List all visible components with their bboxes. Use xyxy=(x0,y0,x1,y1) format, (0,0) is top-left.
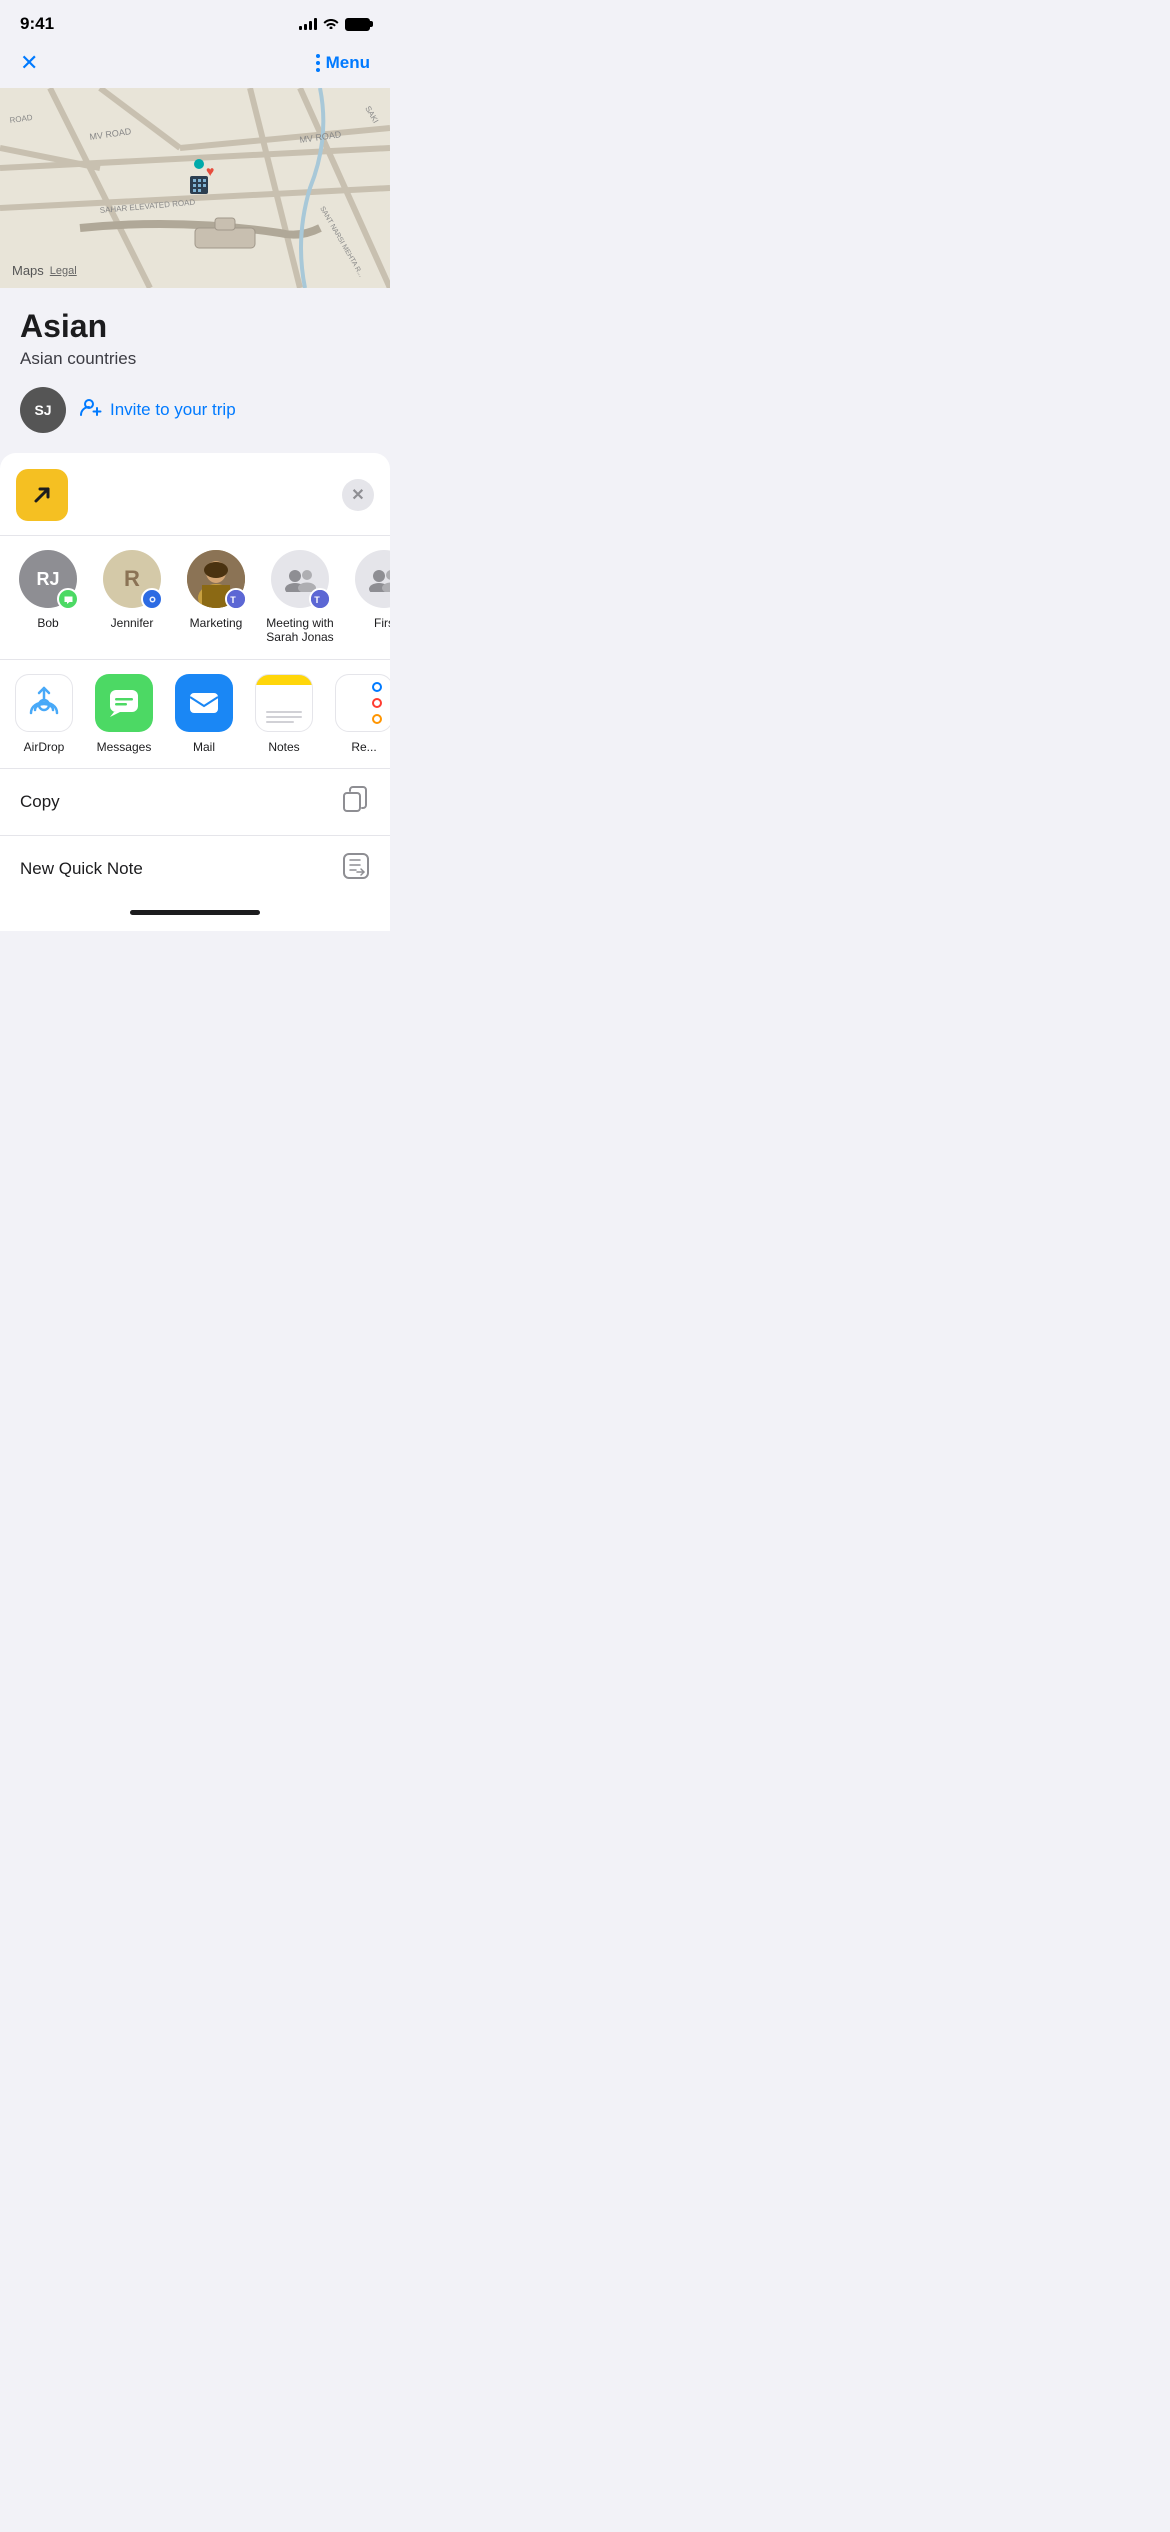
person-meeting-sarah[interactable]: T Meeting withSarah Jonas xyxy=(264,550,336,645)
reminders-app-icon xyxy=(335,674,390,732)
avatar-sj: SJ xyxy=(20,387,66,433)
legal-link[interactable]: Legal xyxy=(50,265,77,277)
app-mail[interactable]: Mail xyxy=(172,674,236,754)
home-bar xyxy=(130,910,260,915)
app-airdrop[interactable]: AirDrop xyxy=(12,674,76,754)
close-button[interactable]: ✕ xyxy=(20,50,38,76)
invite-button[interactable]: Invite to your trip xyxy=(80,398,236,422)
svg-text:T: T xyxy=(314,595,320,605)
apple-logo: Maps xyxy=(12,263,44,278)
airdrop-app-label: AirDrop xyxy=(24,740,65,754)
location-title: Asian xyxy=(20,308,370,345)
copy-icon xyxy=(342,785,370,819)
mail-app-label: Mail xyxy=(193,740,215,754)
map-watermark: Maps Legal xyxy=(12,263,77,278)
top-nav: ✕ Menu xyxy=(0,42,390,88)
more-icon xyxy=(316,54,320,72)
person-name-marketing: Marketing xyxy=(190,616,243,630)
share-app-icon xyxy=(16,469,68,521)
quick-note-icon xyxy=(342,852,370,886)
app-messages[interactable]: Messages xyxy=(92,674,156,754)
person-avatar-first: T xyxy=(355,550,390,608)
svg-text:T: T xyxy=(230,595,236,605)
invite-label: Invite to your trip xyxy=(110,400,236,420)
wifi-icon xyxy=(323,17,339,32)
close-icon: ✕ xyxy=(351,485,364,505)
menu-button[interactable]: Menu xyxy=(316,53,370,73)
person-bob[interactable]: RJ Bob xyxy=(12,550,84,645)
messages-app-label: Messages xyxy=(97,740,152,754)
home-indicator xyxy=(0,902,390,931)
location-subtitle: Asian countries xyxy=(20,349,370,369)
battery-icon xyxy=(345,18,370,31)
status-time: 9:41 xyxy=(20,14,54,34)
status-icons xyxy=(299,17,370,32)
notes-app-label: Notes xyxy=(268,740,299,754)
messages-badge-icon xyxy=(57,588,79,610)
share-sheet: ✕ RJ Bob R xyxy=(0,453,390,931)
new-quick-note-action[interactable]: New Quick Note xyxy=(0,836,390,902)
person-name-jennifer: Jennifer xyxy=(111,616,154,630)
share-header: ✕ xyxy=(0,453,390,536)
person-jennifer[interactable]: R Jennifer xyxy=(96,550,168,645)
signal-badge-icon xyxy=(141,588,163,610)
person-avatar-meeting: T xyxy=(271,550,329,608)
notes-app-icon xyxy=(255,674,313,732)
person-avatar-jennifer: R xyxy=(103,550,161,608)
person-marketing[interactable]: T Marketing xyxy=(180,550,252,645)
location-info: Asian Asian countries SJ Invite to your … xyxy=(0,288,390,449)
share-close-button[interactable]: ✕ xyxy=(342,479,374,511)
mail-app-icon xyxy=(175,674,233,732)
app-reminders[interactable]: Re... xyxy=(332,674,390,754)
reminder-dot-orange xyxy=(372,714,382,724)
invite-row: SJ Invite to your trip xyxy=(20,387,370,433)
people-row: RJ Bob R xyxy=(0,536,390,660)
menu-label: Menu xyxy=(326,53,370,73)
add-person-icon xyxy=(80,398,102,422)
new-quick-note-label: New Quick Note xyxy=(20,859,143,879)
person-avatar-marketing: T xyxy=(187,550,245,608)
reminders-app-label: Re... xyxy=(351,740,376,754)
airdrop-app-icon xyxy=(15,674,73,732)
app-notes[interactable]: Notes xyxy=(252,674,316,754)
person-name-first: Firs xyxy=(374,616,390,630)
person-avatar-bob: RJ xyxy=(19,550,77,608)
teams-badge-marketing: T xyxy=(225,588,247,610)
app-row: AirDrop Messages Mail xyxy=(0,660,390,769)
svg-text:♥: ♥ xyxy=(206,163,214,179)
teams-badge-meeting: T xyxy=(309,588,331,610)
person-first[interactable]: T Firs xyxy=(348,550,390,645)
status-bar: 9:41 xyxy=(0,0,390,42)
person-name-meeting: Meeting withSarah Jonas xyxy=(266,616,333,645)
messages-app-icon xyxy=(95,674,153,732)
person-name-bob: Bob xyxy=(37,616,58,630)
map-view: MV ROAD MV ROAD ROAD SAHAR ELEVATED ROAD… xyxy=(0,88,390,288)
reminder-dot-red xyxy=(372,698,382,708)
reminder-dot-blue xyxy=(372,682,382,692)
signal-icon xyxy=(299,18,317,30)
copy-action[interactable]: Copy xyxy=(0,769,390,836)
copy-label: Copy xyxy=(20,792,60,812)
